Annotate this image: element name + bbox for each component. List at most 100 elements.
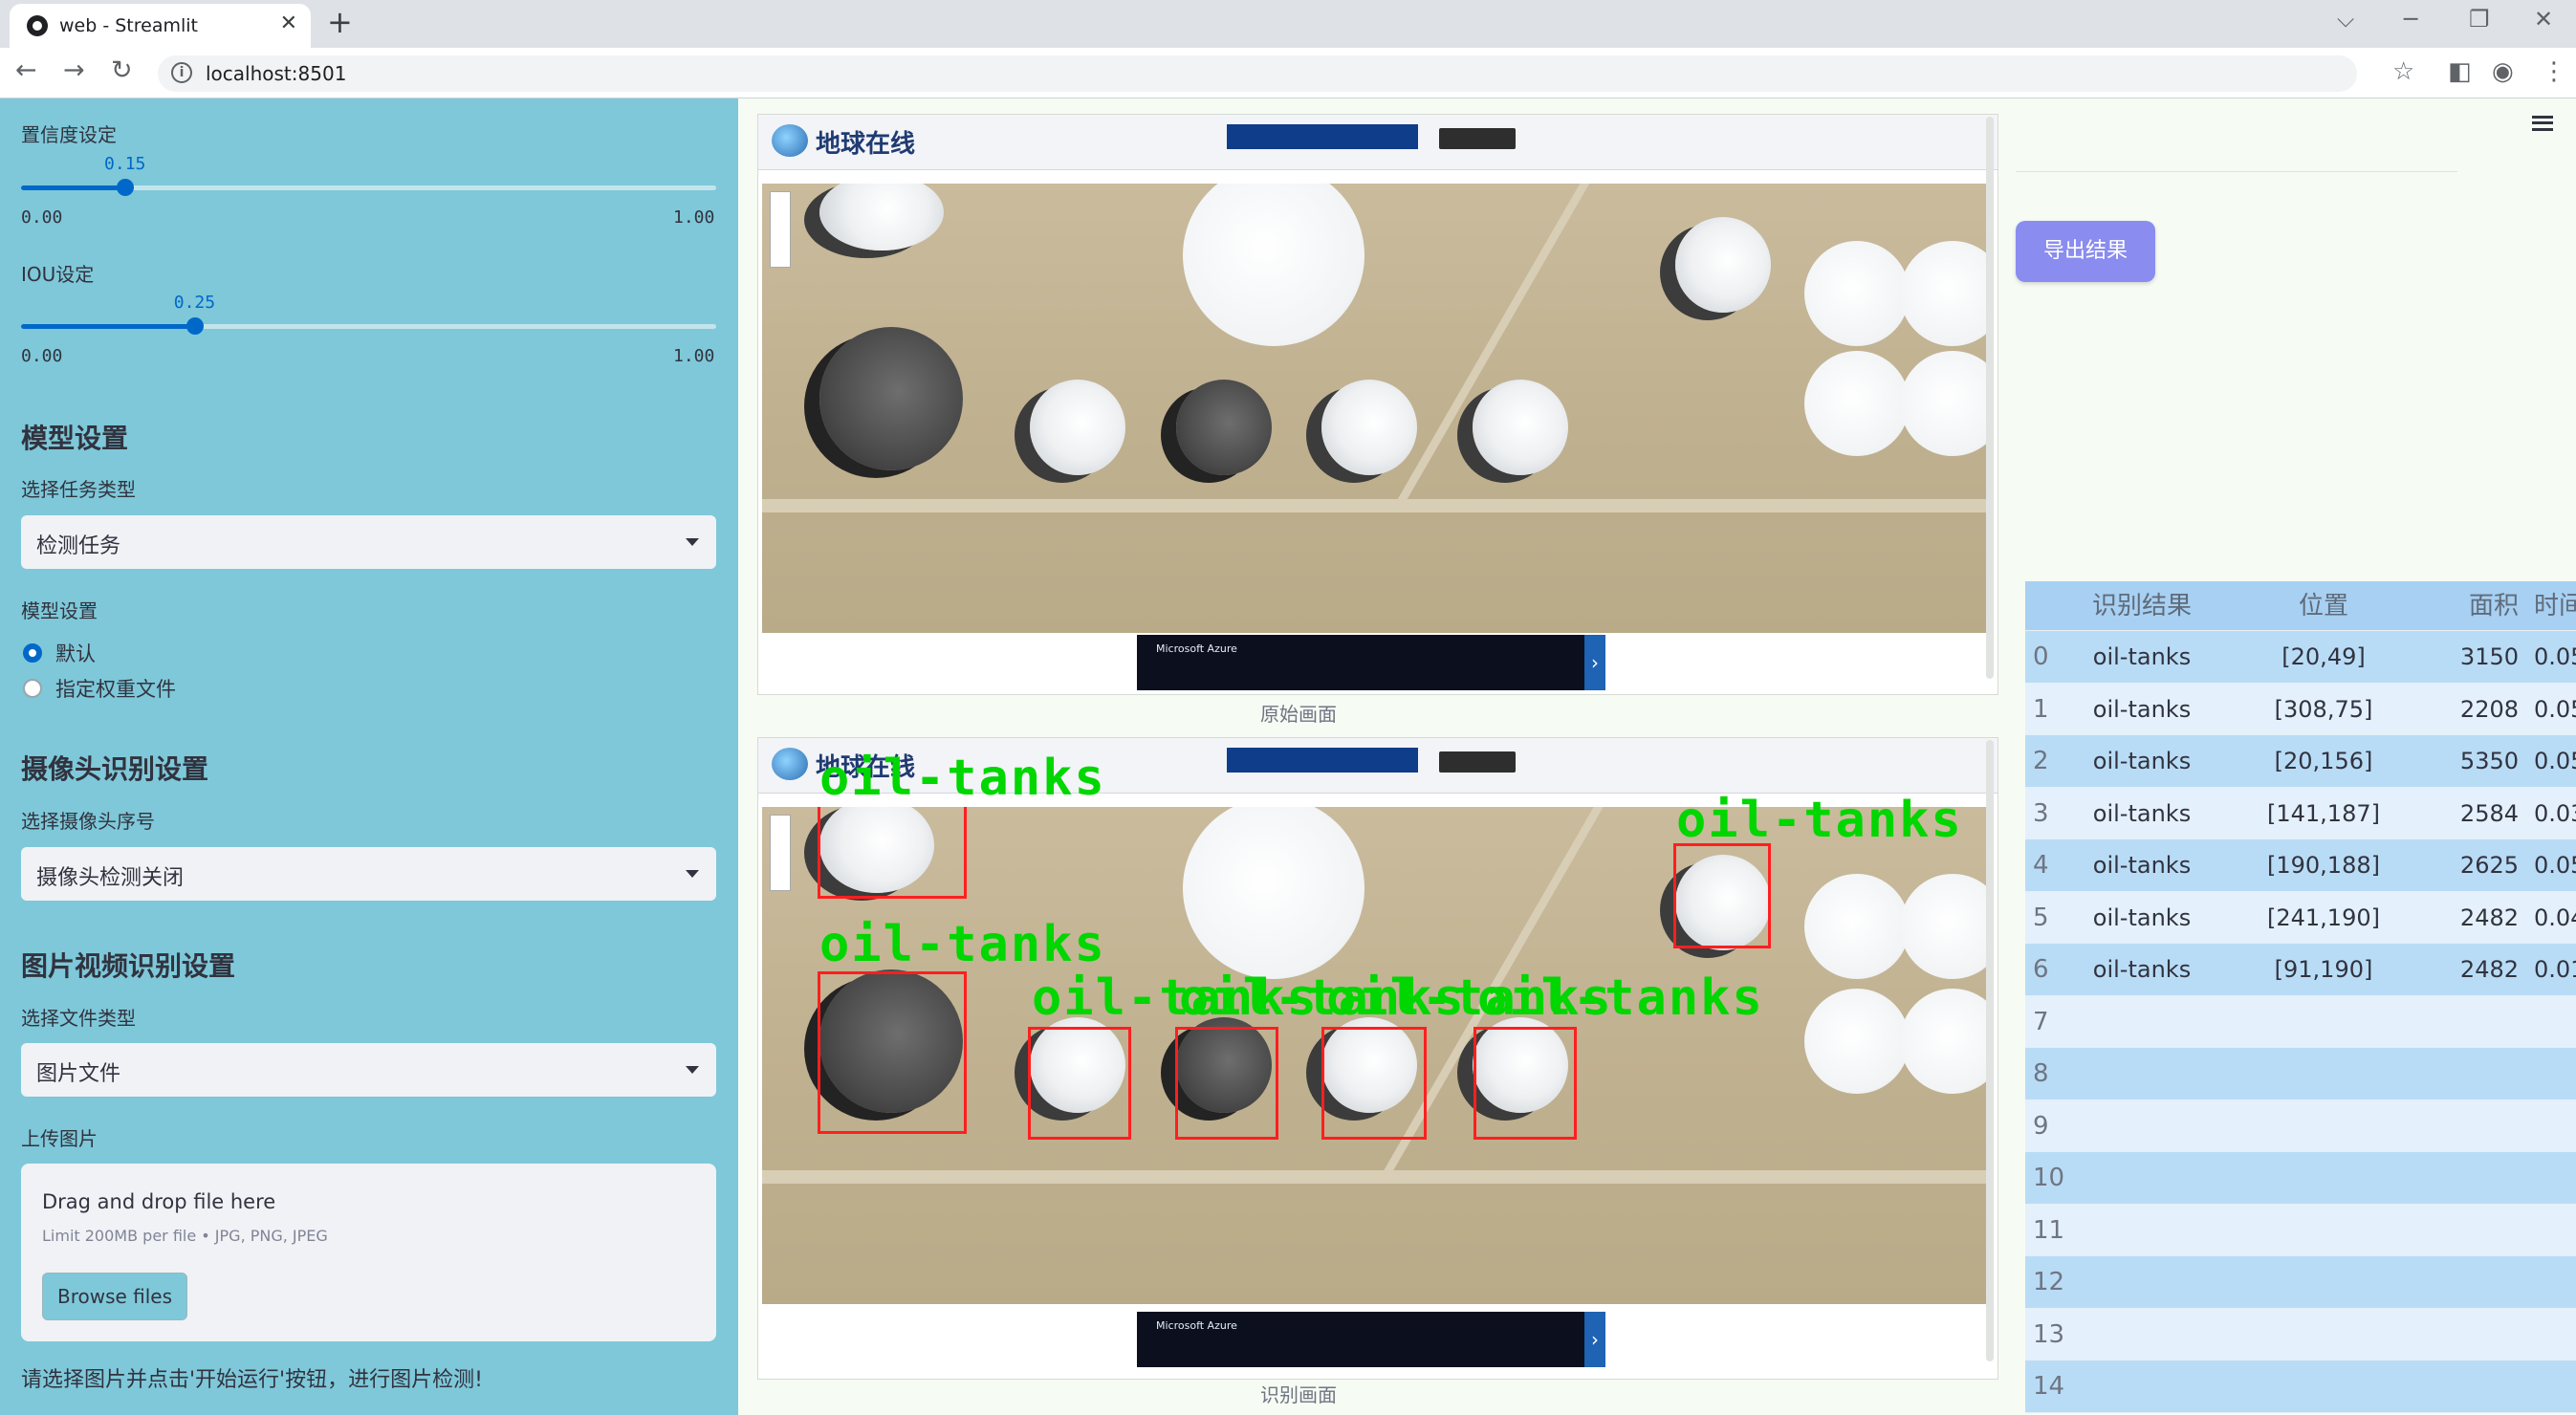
reload-icon[interactable]: ↻ xyxy=(111,55,133,85)
cell-position: [308,75] xyxy=(2274,695,2373,723)
row-index: 8 xyxy=(2033,1059,2049,1088)
minimize-icon[interactable]: ─ xyxy=(2404,6,2417,33)
table-row[interactable]: 0 oil-tanks [20,49] 3150 0.05 xyxy=(2025,631,2576,684)
detection-label: oil-tanks xyxy=(1477,969,1764,1027)
chevron-right-icon[interactable]: › xyxy=(1584,635,1605,690)
site-info-icon[interactable]: i xyxy=(171,62,192,83)
table-row[interactable]: 1 oil-tanks [308,75] 2208 0.05 xyxy=(2025,683,2576,735)
iou-slider[interactable] xyxy=(21,317,716,335)
table-row[interactable]: 11 xyxy=(2025,1204,2576,1256)
map-zoom-control[interactable] xyxy=(770,191,791,268)
oil-tank xyxy=(1675,217,1771,313)
bookmark-star-icon[interactable]: ☆ xyxy=(2392,57,2414,86)
export-results-button[interactable]: 导出结果 xyxy=(2016,221,2155,282)
cell-position: [241,190] xyxy=(2267,903,2380,931)
site-logo-icon xyxy=(772,124,808,157)
profile-icon[interactable]: ◉ xyxy=(2492,57,2514,86)
radio-default-label[interactable]: 默认 xyxy=(55,639,96,667)
camera-value: 摄像头检测关闭 xyxy=(36,866,185,890)
table-row[interactable]: 6 oil-tanks [91,190] 2482 0.01 xyxy=(2025,944,2576,996)
back-icon[interactable]: ← xyxy=(15,55,37,85)
browser-menu-icon[interactable]: ⋮ xyxy=(2542,57,2566,86)
cell-area xyxy=(2438,1361,2524,1412)
url-text: localhost:8501 xyxy=(206,62,347,85)
cell-position xyxy=(2209,1361,2438,1412)
oil-tank xyxy=(1804,351,1910,456)
cell-area: 2584 xyxy=(2459,799,2519,827)
detection-box xyxy=(1673,843,1771,948)
table-row[interactable]: 2 oil-tanks [20,156] 5350 0.05 xyxy=(2025,735,2576,788)
cell-time xyxy=(2526,1361,2576,1412)
table-row[interactable]: 5 oil-tanks [241,190] 2482 0.04 xyxy=(2025,891,2576,944)
row-index: 13 xyxy=(2033,1319,2065,1349)
close-tab-icon[interactable]: ✕ xyxy=(280,11,297,35)
sidebar: 置信度设定 0.15 0.00 1.00 IOU设定 0.25 0.00 1.0… xyxy=(0,98,738,1415)
radio-custom-weights-label[interactable]: 指定权重文件 xyxy=(55,674,176,703)
original-image-viewer: 地球在线 Microsoft Azure › xyxy=(757,114,1998,695)
tab-search-icon[interactable]: ⌵ xyxy=(2337,6,2354,33)
table-row[interactable]: 3 oil-tanks [141,187] 2584 0.03 xyxy=(2025,787,2576,839)
table-row[interactable]: 8 xyxy=(2025,1048,2576,1100)
forward-icon[interactable]: → xyxy=(63,55,85,85)
side-panel-icon[interactable]: ◧ xyxy=(2448,57,2472,86)
viewer-scrollbar[interactable] xyxy=(1986,740,1994,1361)
header-position[interactable]: 位置 xyxy=(2209,581,2438,630)
table-row[interactable]: 12 xyxy=(2025,1256,2576,1309)
cell-position xyxy=(2209,996,2438,1048)
cell-area xyxy=(2438,1256,2524,1308)
cell-time xyxy=(2526,1152,2576,1204)
restore-icon[interactable]: ❐ xyxy=(2469,6,2490,33)
iou-max: 1.00 xyxy=(673,346,715,366)
row-index: 11 xyxy=(2033,1215,2065,1245)
file-type-select[interactable]: 图片文件 xyxy=(21,1043,716,1097)
table-row[interactable]: 7 xyxy=(2025,995,2576,1048)
table-row[interactable]: 10 xyxy=(2025,1152,2576,1205)
cell-result: oil-tanks xyxy=(2092,695,2192,723)
divider xyxy=(2016,171,2457,172)
oil-tank xyxy=(1900,351,1986,456)
table-row[interactable]: 9 xyxy=(2025,1099,2576,1152)
window-close-icon[interactable]: ✕ xyxy=(2534,6,2553,33)
iou-slider-thumb[interactable] xyxy=(186,317,204,335)
oil-tank xyxy=(1030,380,1125,475)
oil-tank xyxy=(1804,989,1910,1094)
cell-position: [141,187] xyxy=(2267,799,2380,827)
main-area: 地球在线 Microsoft Azure › 原始画面 地球在线 oil-tan… xyxy=(738,98,2576,1415)
header-time[interactable]: 时间 xyxy=(2526,581,2576,630)
oil-tank xyxy=(1804,874,1910,979)
new-tab-icon[interactable]: + xyxy=(327,4,353,40)
table-row[interactable]: 4 oil-tanks [190,188] 2625 0.05 xyxy=(2025,839,2576,892)
cell-position: [91,190] xyxy=(2274,956,2373,983)
browse-files-button[interactable]: Browse files xyxy=(42,1273,187,1320)
cell-area: 3150 xyxy=(2459,643,2519,670)
oil-tank xyxy=(1473,380,1568,475)
hamburger-menu-icon[interactable] xyxy=(2532,116,2553,131)
cell-time xyxy=(2526,1100,2576,1152)
file-uploader[interactable]: Drag and drop file here Limit 200MB per … xyxy=(21,1164,716,1341)
viewer-scrollbar[interactable] xyxy=(1986,117,1994,679)
table-row[interactable]: 14 xyxy=(2025,1361,2576,1413)
cell-result xyxy=(2075,996,2209,1048)
radio-default[interactable] xyxy=(23,643,42,663)
row-index: 1 xyxy=(2033,694,2049,724)
row-index: 3 xyxy=(2033,798,2049,828)
iou-min: 0.00 xyxy=(21,346,63,366)
chevron-right-icon[interactable]: › xyxy=(1584,1312,1605,1367)
header-result[interactable]: 识别结果 xyxy=(2075,581,2209,630)
browser-tab[interactable]: web - Streamlit ✕ xyxy=(10,4,311,48)
cell-result xyxy=(2075,1048,2209,1099)
site-button xyxy=(1439,128,1516,149)
tab-title: web - Streamlit xyxy=(59,15,198,36)
camera-select[interactable]: 摄像头检测关闭 xyxy=(21,847,716,901)
task-type-select[interactable]: 检测任务 xyxy=(21,515,716,569)
road xyxy=(762,499,1986,512)
confidence-slider[interactable] xyxy=(21,179,716,196)
table-row[interactable]: 13 xyxy=(2025,1308,2576,1361)
radio-custom-weights[interactable] xyxy=(23,679,42,698)
cell-result xyxy=(2075,1256,2209,1308)
confidence-slider-thumb[interactable] xyxy=(117,179,135,196)
header-area[interactable]: 面积 xyxy=(2438,581,2524,630)
url-field[interactable]: i localhost:8501 xyxy=(158,55,2357,92)
satellite-map xyxy=(762,184,1986,633)
streamlit-favicon-icon xyxy=(27,15,48,36)
